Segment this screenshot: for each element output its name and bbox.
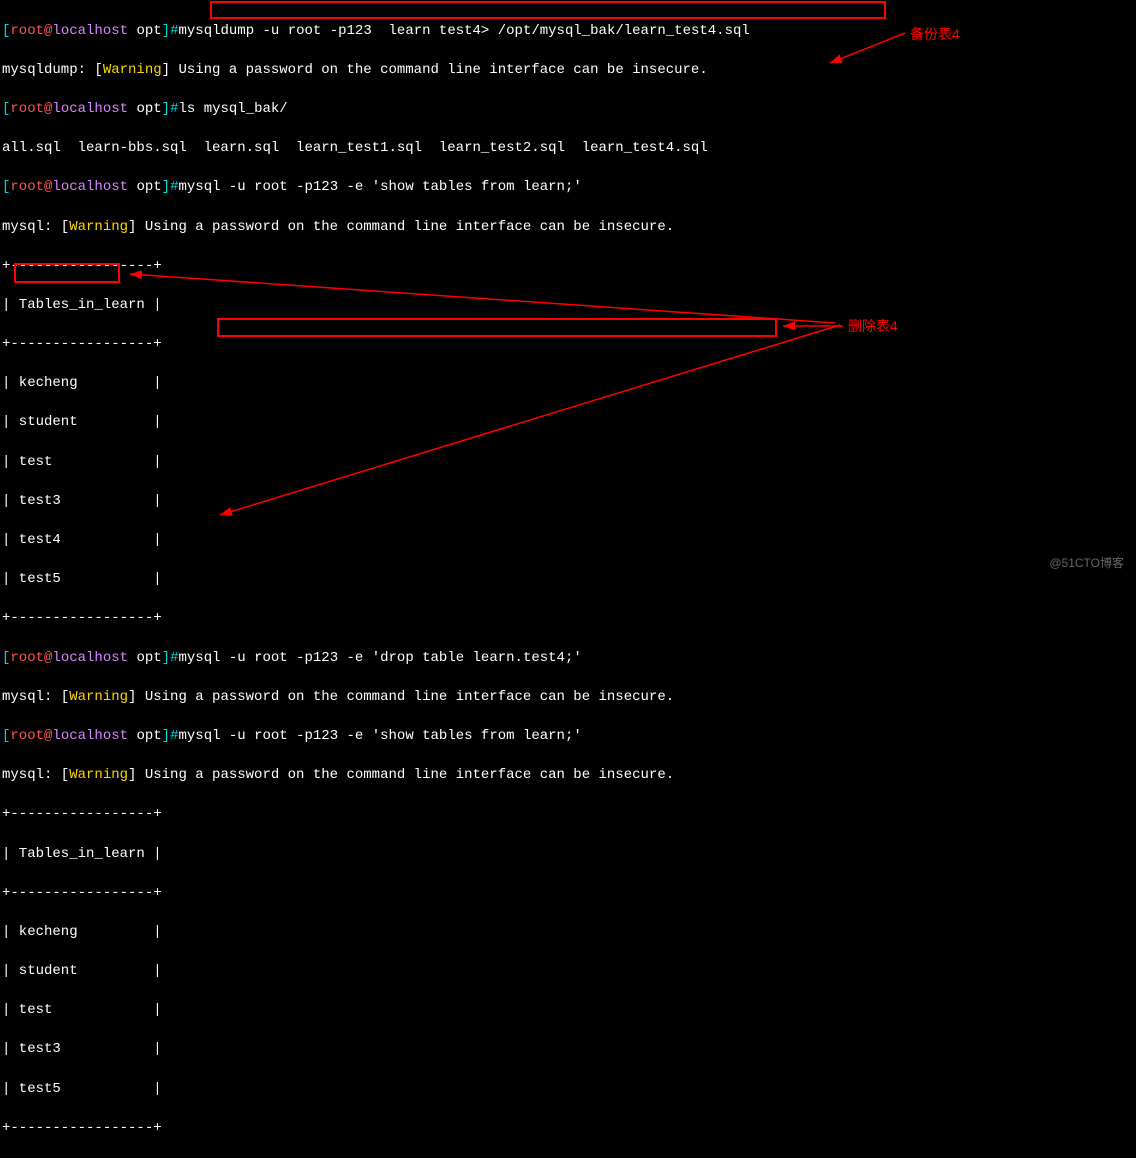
- table-row: | test5 |: [2, 570, 1134, 590]
- table-row-test4: | test4 |: [2, 531, 1134, 551]
- table-row: | test5 |: [2, 1080, 1134, 1100]
- prompt-user: root: [10, 23, 44, 39]
- table-separator: +-----------------+: [2, 609, 1134, 629]
- command-ls[interactable]: ls mysql_bak/: [178, 101, 287, 117]
- command-drop-table[interactable]: mysql -u root -p123 -e 'drop table learn…: [178, 650, 581, 666]
- table-separator: +-----------------+: [2, 1119, 1134, 1139]
- warning-prefix: mysqldump: [: [2, 62, 103, 78]
- command-mysqldump[interactable]: mysqldump -u root -p123 learn test4> /op…: [178, 23, 749, 39]
- table-row: | test |: [2, 453, 1134, 473]
- prompt-bracket-close: ]: [162, 23, 170, 39]
- warning-label: Warning: [103, 62, 162, 78]
- table-separator: +-----------------+: [2, 805, 1134, 825]
- table-separator: +-----------------+: [2, 335, 1134, 355]
- prompt-host: localhost: [52, 23, 128, 39]
- annotation-backup: 备份表4: [910, 25, 960, 45]
- table-separator: +-----------------+: [2, 257, 1134, 277]
- terminal-output: [root@localhost opt]#mysqldump -u root -…: [2, 2, 1134, 1158]
- prompt-path: opt: [136, 23, 161, 39]
- table-separator: +-----------------+: [2, 884, 1134, 904]
- table-row: | test3 |: [2, 1040, 1134, 1060]
- command-show-tables-1[interactable]: mysql -u root -p123 -e 'show tables from…: [178, 179, 581, 195]
- table-header: | Tables_in_learn |: [2, 296, 1134, 316]
- command-show-tables-2[interactable]: mysql -u root -p123 -e 'show tables from…: [178, 728, 581, 744]
- table-row: | kecheng |: [2, 374, 1134, 394]
- table-row: | student |: [2, 413, 1134, 433]
- annotation-delete: 删除表4: [848, 317, 898, 337]
- table-row: | student |: [2, 962, 1134, 982]
- ls-output: all.sql learn-bbs.sql learn.sql learn_te…: [2, 139, 1134, 159]
- watermark: @51CTO博客: [1049, 555, 1124, 572]
- table-row: | test3 |: [2, 492, 1134, 512]
- table-row: | kecheng |: [2, 923, 1134, 943]
- warning-text: ] Using a password on the command line i…: [162, 62, 708, 78]
- table-row: | test |: [2, 1001, 1134, 1021]
- table-header: | Tables_in_learn |: [2, 845, 1134, 865]
